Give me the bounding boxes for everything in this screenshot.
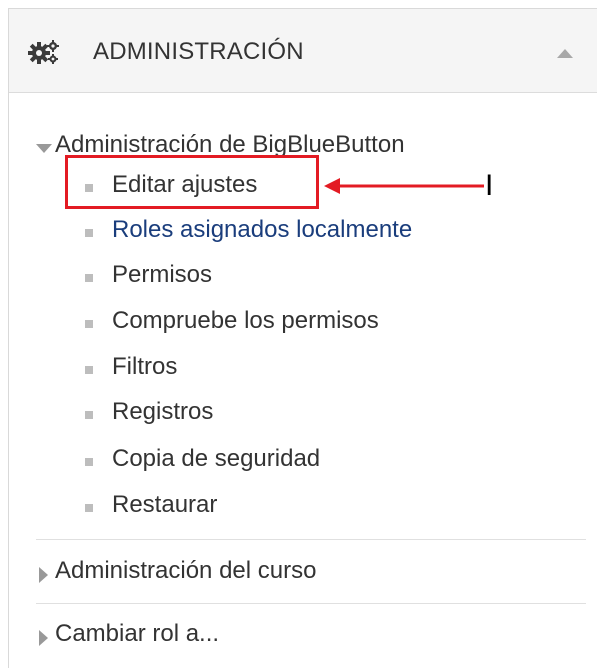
annotation-arrow-icon <box>324 178 484 194</box>
tree-item-label[interactable]: Restaurar <box>112 491 217 519</box>
tree-item-compruebe-permisos[interactable]: Compruebe los permisos <box>9 303 569 343</box>
tree-item-roles-asignados[interactable]: Roles asignados localmente <box>9 212 569 252</box>
block-title: ADMINISTRACIÓN <box>93 38 304 65</box>
section-administracion-curso[interactable]: Administración del curso <box>55 557 316 585</box>
square-bullet-icon <box>85 411 93 419</box>
divider <box>36 603 586 604</box>
square-bullet-icon <box>85 274 93 282</box>
collapsed-triangle-icon[interactable] <box>39 630 48 646</box>
tree-item-label[interactable]: Compruebe los permisos <box>112 307 379 335</box>
block-header[interactable]: ADMINISTRACIÓN <box>9 9 597 93</box>
tree-item-restaurar[interactable]: Restaurar <box>9 487 569 527</box>
tree-item-permisos[interactable]: Permisos <box>9 257 569 297</box>
tree-item-label[interactable]: Permisos <box>112 261 212 289</box>
section-cambiar-rol[interactable]: Cambiar rol a... <box>55 620 219 648</box>
administration-block: ADMINISTRACIÓN Administración de BigBlue… <box>8 8 597 668</box>
tree-item-registros[interactable]: Registros <box>9 394 569 434</box>
gears-icon <box>28 40 59 64</box>
annotation-letter: I <box>485 169 494 202</box>
tree-item-label[interactable]: Copia de seguridad <box>112 445 320 473</box>
chevron-up-icon[interactable] <box>557 49 573 58</box>
divider <box>36 539 586 540</box>
annotation-highlight-box <box>65 155 319 209</box>
tree-item-copia-seguridad[interactable]: Copia de seguridad <box>9 441 569 481</box>
square-bullet-icon <box>85 320 93 328</box>
tree-item-label[interactable]: Filtros <box>112 353 177 381</box>
square-bullet-icon <box>85 229 93 237</box>
expanded-triangle-icon[interactable] <box>36 144 52 153</box>
tree-item-label[interactable]: Roles asignados localmente <box>112 216 412 244</box>
tree-item-filtros[interactable]: Filtros <box>9 349 569 389</box>
tree-item-label[interactable]: Registros <box>112 398 213 426</box>
square-bullet-icon <box>85 504 93 512</box>
square-bullet-icon <box>85 458 93 466</box>
square-bullet-icon <box>85 366 93 374</box>
collapsed-triangle-icon[interactable] <box>39 567 48 583</box>
